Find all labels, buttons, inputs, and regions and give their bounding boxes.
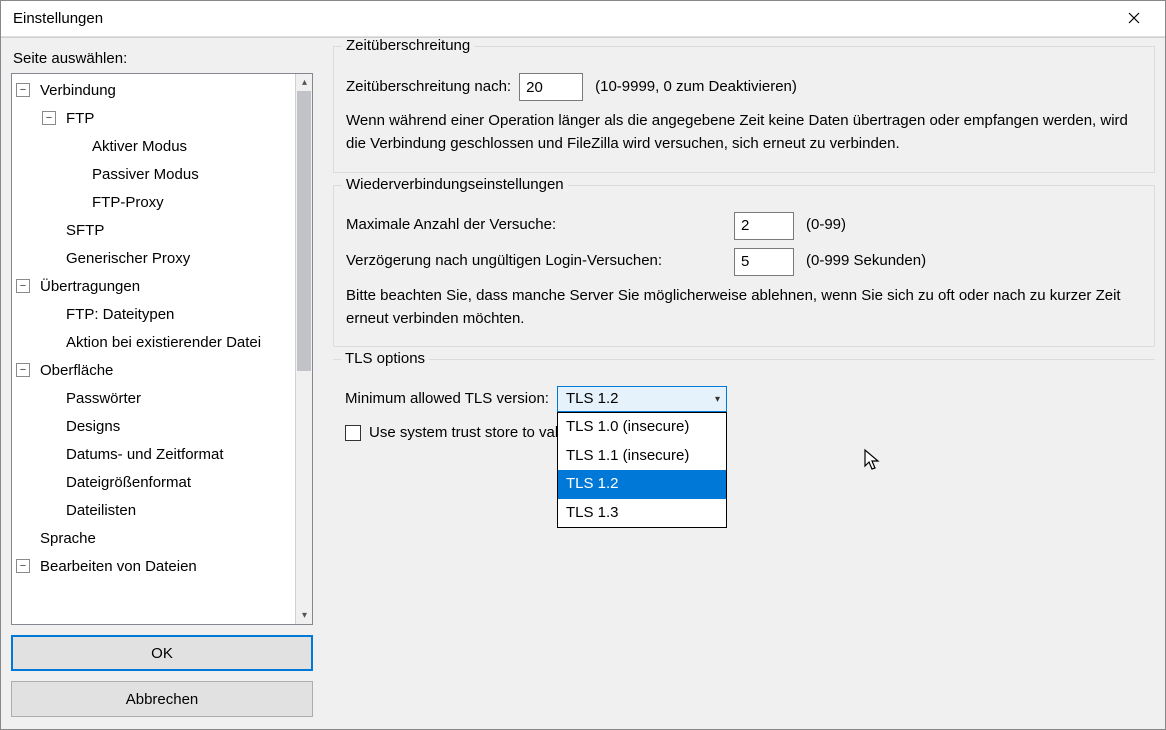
scroll-up-icon[interactable]: ▴ — [296, 74, 313, 91]
left-pane: Seite auswählen: −Verbindung−FTPAktiver … — [1, 38, 323, 729]
tree-item-label: Aktion bei existierender Datei — [62, 332, 265, 353]
cancel-button[interactable]: Abbrechen — [11, 681, 313, 717]
settings-dialog: Einstellungen Seite auswählen: −Verbindu… — [0, 0, 1166, 730]
window-title: Einstellungen — [13, 10, 103, 27]
tls-option[interactable]: TLS 1.1 (insecure) — [558, 442, 726, 471]
scroll-thumb[interactable] — [297, 91, 311, 371]
tree-item[interactable]: Designs — [12, 412, 295, 440]
collapse-icon[interactable]: − — [16, 559, 30, 573]
max-retries-input[interactable] — [734, 212, 794, 240]
close-icon — [1128, 11, 1140, 28]
tree-item[interactable]: −Bearbeiten von Dateien — [12, 552, 295, 580]
scroll-down-icon[interactable]: ▾ — [296, 607, 313, 624]
collapse-icon[interactable]: − — [16, 83, 30, 97]
tree-item[interactable]: Datums- und Zeitformat — [12, 440, 295, 468]
timeout-label: Zeitüberschreitung nach: — [346, 76, 511, 99]
tree-item-label: Verbindung — [36, 80, 120, 101]
tree-item[interactable]: −Übertragungen — [12, 272, 295, 300]
tree-item[interactable]: Aktion bei existierender Datei — [12, 328, 295, 356]
tls-option[interactable]: TLS 1.3 — [558, 499, 726, 528]
retry-delay-hint: (0-999 Sekunden) — [806, 250, 926, 273]
tls-min-label: Minimum allowed TLS version: — [345, 388, 549, 411]
collapse-icon[interactable]: − — [16, 363, 30, 377]
tree-item[interactable]: FTP: Dateitypen — [12, 300, 295, 328]
reconnect-legend: Wiederverbindungseinstellungen — [342, 176, 568, 193]
tls-version-dropdown[interactable]: TLS 1.0 (insecure)TLS 1.1 (insecure)TLS … — [557, 412, 727, 528]
tree-item[interactable]: Dateigrößenformat — [12, 468, 295, 496]
tree-item-label: Übertragungen — [36, 276, 144, 297]
dialog-body: Seite auswählen: −Verbindung−FTPAktiver … — [1, 37, 1165, 729]
tls-version-select[interactable]: TLS 1.2 ▾ — [557, 386, 727, 412]
tree-item[interactable]: Aktiver Modus — [12, 132, 295, 160]
titlebar: Einstellungen — [1, 1, 1165, 37]
max-retries-label: Maximale Anzahl der Versuche: — [346, 214, 726, 237]
tree-item[interactable]: −Oberfläche — [12, 356, 295, 384]
tls-legend: TLS options — [341, 350, 429, 367]
tree-item[interactable]: −FTP — [12, 104, 295, 132]
tree-item[interactable]: −Verbindung — [12, 76, 295, 104]
collapse-icon[interactable]: − — [42, 111, 56, 125]
timeout-group: Zeitüberschreitung Zeitüberschreitung na… — [333, 46, 1155, 173]
tree-item-label: SFTP — [62, 220, 108, 241]
reconnect-description: Bitte beachten Sie, dass manche Server S… — [346, 284, 1142, 331]
collapse-icon[interactable]: − — [16, 279, 30, 293]
tls-option[interactable]: TLS 1.0 (insecure) — [558, 413, 726, 442]
tree-item[interactable]: Sprache — [12, 524, 295, 552]
tree-item-label: FTP-Proxy — [88, 192, 168, 213]
dialog-buttons: OK Abbrechen — [11, 635, 313, 717]
tree-item-label: Aktiver Modus — [88, 136, 191, 157]
retry-delay-input[interactable] — [734, 248, 794, 276]
close-button[interactable] — [1111, 1, 1157, 37]
tree-item-label: Bearbeiten von Dateien — [36, 556, 201, 577]
reconnect-group: Wiederverbindungseinstellungen Maximale … — [333, 185, 1155, 348]
tree-item[interactable]: Generischer Proxy — [12, 244, 295, 272]
tree-item-label: Datums- und Zeitformat — [62, 444, 228, 465]
timeout-legend: Zeitüberschreitung — [342, 38, 474, 54]
timeout-description: Wenn während einer Operation länger als … — [346, 109, 1142, 156]
tls-option[interactable]: TLS 1.2 — [558, 470, 726, 499]
tree-item-label: Sprache — [36, 528, 100, 549]
tree-item-label: Passwörter — [62, 388, 145, 409]
tls-group: TLS options Minimum allowed TLS version:… — [333, 359, 1155, 601]
trust-store-label: Use system trust store to val — [369, 424, 558, 441]
tree-item-label: Designs — [62, 416, 124, 437]
tree-item-label: Generischer Proxy — [62, 248, 194, 269]
tree-item-label: Oberfläche — [36, 360, 117, 381]
tls-version-select-wrap: TLS 1.2 ▾ TLS 1.0 (insecure)TLS 1.1 (ins… — [557, 386, 727, 412]
tree-item-label: Dateigrößenformat — [62, 472, 195, 493]
tree-item-label: Passiver Modus — [88, 164, 203, 185]
tree-item[interactable]: SFTP — [12, 216, 295, 244]
settings-panel: Zeitüberschreitung Zeitüberschreitung na… — [323, 38, 1165, 729]
settings-tree[interactable]: −Verbindung−FTPAktiver ModusPassiver Mod… — [12, 74, 295, 624]
tree-item[interactable]: Passwörter — [12, 384, 295, 412]
select-page-label: Seite auswählen: — [13, 50, 313, 67]
ok-button[interactable]: OK — [11, 635, 313, 671]
tree-item[interactable]: FTP-Proxy — [12, 188, 295, 216]
tree-item[interactable]: Dateilisten — [12, 496, 295, 524]
max-retries-hint: (0-99) — [806, 214, 846, 237]
tree-scrollbar[interactable]: ▴ ▾ — [295, 74, 312, 624]
tree-item[interactable]: Passiver Modus — [12, 160, 295, 188]
settings-tree-container: −Verbindung−FTPAktiver ModusPassiver Mod… — [11, 73, 313, 625]
tree-item-label: FTP — [62, 108, 98, 129]
trust-store-checkbox[interactable] — [345, 425, 361, 441]
tls-version-selected: TLS 1.2 — [566, 388, 619, 411]
tree-item-label: FTP: Dateitypen — [62, 304, 178, 325]
retry-delay-label: Verzögerung nach ungültigen Login-Versuc… — [346, 250, 726, 273]
timeout-hint: (10-9999, 0 zum Deaktivieren) — [595, 76, 797, 99]
timeout-input[interactable] — [519, 73, 583, 101]
tree-item-label: Dateilisten — [62, 500, 140, 521]
chevron-down-icon: ▾ — [715, 392, 720, 407]
